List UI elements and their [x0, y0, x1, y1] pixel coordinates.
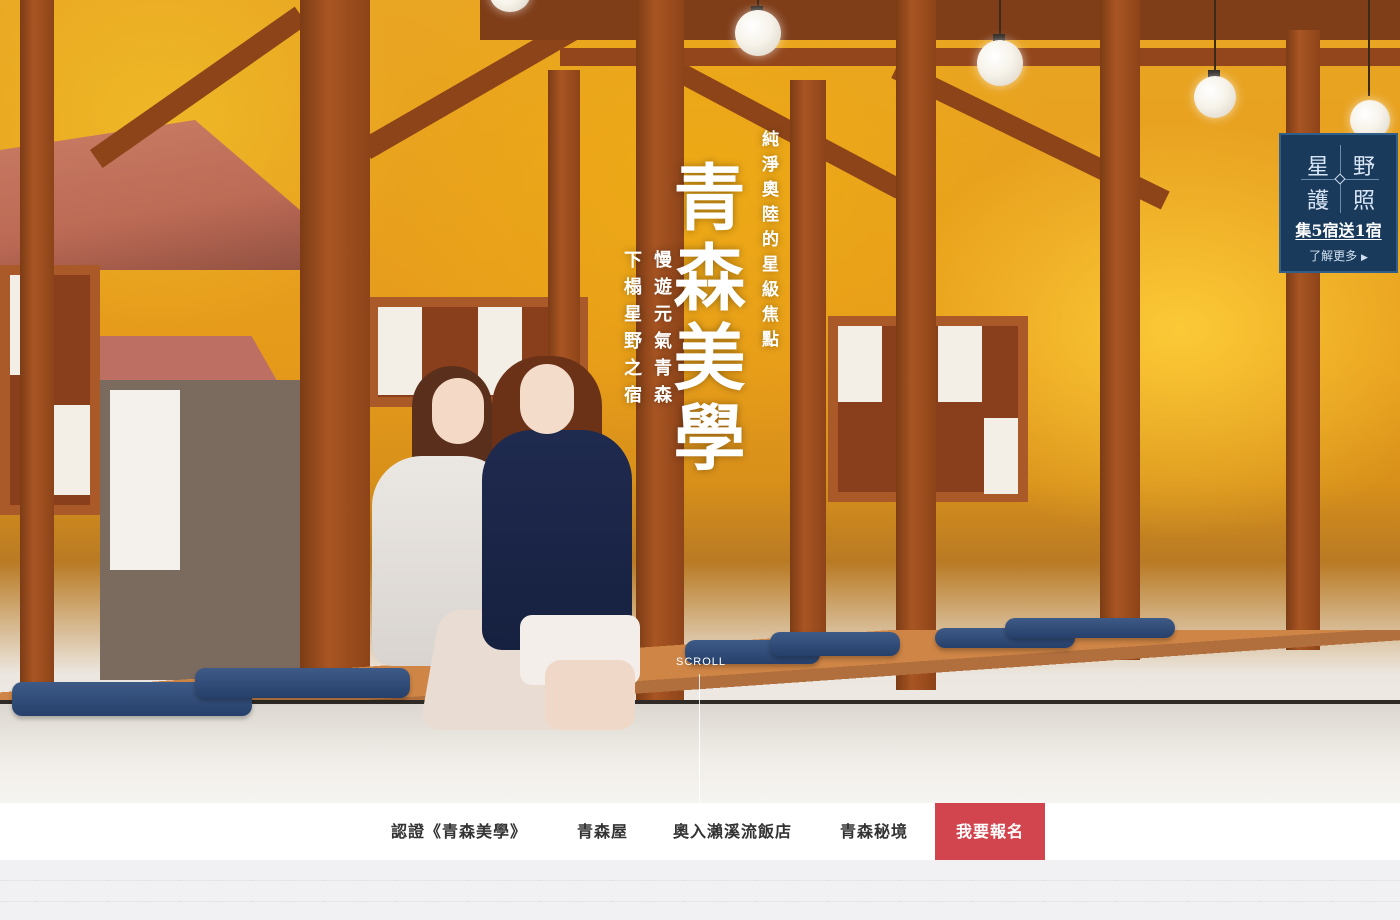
hanging-bulb-icon — [735, 10, 781, 56]
wooden-post — [896, 0, 936, 690]
wooden-post — [1100, 0, 1140, 660]
roof-top-beam — [480, 0, 1400, 40]
nav-item-secret-spots[interactable]: 青森秘境 — [840, 803, 908, 860]
triangle-right-icon: ▶ — [1360, 253, 1368, 263]
main-nav: 認證《青森美學》 青森屋 奧入瀨溪流飯店 青森秘境 我要報名 — [0, 803, 1400, 860]
hero-tagline-line-2: 下榻星野之宿 — [621, 250, 642, 412]
nav-item-aomoriya[interactable]: 青森屋 — [577, 803, 628, 860]
left-building-lower-roof — [90, 336, 280, 386]
roof-beam — [360, 20, 579, 160]
badge-more-label: 了解更多 — [1309, 249, 1358, 263]
wooden-post — [790, 80, 826, 640]
hoshino-passport-badge[interactable]: 星 野 護 照 集5宿送1宿 了解更多 ▶ — [1279, 133, 1398, 273]
badge-more-link[interactable]: 了解更多 ▶ — [1281, 247, 1396, 264]
hanging-bulb-icon — [977, 40, 1023, 86]
badge-offer: 集5宿送1宿 — [1295, 221, 1382, 240]
left-hut-window — [110, 390, 180, 570]
seat-cushion — [770, 632, 900, 656]
hanging-bulb-icon — [1194, 76, 1236, 118]
hero-tagline: 慢遊元氣青森 下榻星野之宿 — [616, 250, 676, 412]
patterned-background — [0, 860, 1400, 920]
scroll-indicator-line — [699, 674, 700, 802]
hero-tagline-line-1: 慢遊元氣青森 — [651, 250, 672, 412]
seat-cushion — [1005, 618, 1175, 638]
wooden-post — [20, 0, 54, 700]
seat-cushion — [195, 668, 410, 698]
scroll-hint[interactable]: SCROLL — [676, 656, 726, 668]
hero-banner: 青森美學 純淨奧陸的星級焦點 慢遊元氣青森 下榻星野之宿 SCROLL 星 野 … — [0, 0, 1400, 803]
badge-char: 照 — [1353, 189, 1376, 214]
register-button[interactable]: 我要報名 — [935, 803, 1045, 860]
nav-item-certification[interactable]: 認證《青森美學》 — [391, 803, 527, 860]
hero-subtitle: 純淨奧陸的星級焦點 — [758, 130, 778, 355]
badge-char: 星 — [1307, 155, 1330, 180]
wooden-post — [1286, 30, 1320, 650]
page: 青森美學 純淨奧陸的星級焦點 慢遊元氣青森 下榻星野之宿 SCROLL 星 野 … — [0, 0, 1400, 920]
diamond-ornament-icon — [1334, 173, 1346, 185]
wooden-post — [300, 0, 370, 720]
nav-item-oirase-hotel[interactable]: 奧入瀨溪流飯店 — [673, 803, 792, 860]
badge-char: 護 — [1307, 189, 1330, 214]
badge-char: 野 — [1353, 155, 1376, 180]
